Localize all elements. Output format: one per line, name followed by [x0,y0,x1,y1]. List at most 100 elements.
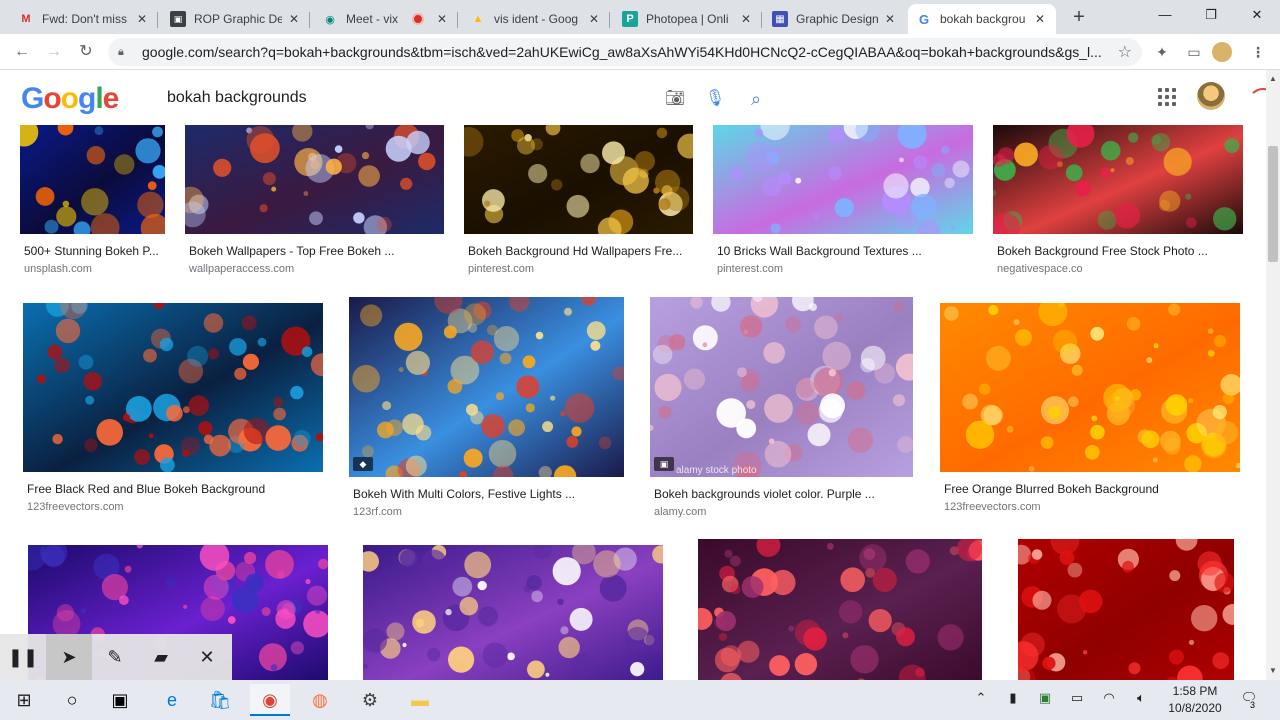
result-thumbnail[interactable] [698,539,982,681]
volume-icon[interactable]: 🔈︎ [1132,690,1150,710]
image-result-card[interactable] [363,545,663,681]
search-input[interactable] [150,89,630,107]
pointer-icon[interactable]: ➤ [46,634,92,680]
result-source[interactable]: negativespace.co [997,263,1083,275]
restore-button[interactable]: ❐ [1188,0,1234,32]
scrollbar-thumb[interactable] [1268,146,1278,262]
result-title[interactable]: Free Orange Blurred Bokeh Background [944,482,1254,496]
result-source[interactable]: 123freevectors.com [944,501,1041,513]
close-icon[interactable]: ✕ [586,12,602,26]
microphone-icon[interactable]: 🎙︎ [704,88,726,110]
image-result-card[interactable]: 500+ Stunning Bokeh P... unsplash.com [20,125,165,282]
tab-gmail[interactable]: M Fwd: Don't miss ✕ [10,4,158,34]
result-title[interactable]: 10 Bricks Wall Background Textures ... [717,244,987,258]
windows-start-icon[interactable]: ⊞ [4,684,44,716]
cortana-search-icon[interactable]: ○ [52,684,92,716]
result-thumbnail[interactable] [464,125,693,234]
edge-icon[interactable]: e [152,684,192,716]
result-title[interactable]: Free Black Red and Blue Bokeh Background [27,482,337,496]
result-source[interactable]: wallpaperaccess.com [189,263,294,275]
extensions-icon[interactable]: ✦ [1152,42,1172,62]
back-button[interactable]: ← [10,40,34,64]
search-icon[interactable]: ⌕ [745,88,767,110]
result-title[interactable]: Bokeh Background Free Stock Photo ... [997,244,1257,258]
result-title[interactable]: Bokeh With Multi Colors, Festive Lights … [353,487,638,501]
profile-avatar[interactable] [1212,42,1232,62]
cast-icon[interactable]: ▭ [1184,42,1204,62]
microphone-icon[interactable]: ▮ [1004,690,1022,710]
result-thumbnail[interactable] [993,125,1243,234]
wifi-icon[interactable]: ◠ [1100,690,1118,710]
result-source[interactable]: alamy.com [654,506,706,518]
firefox-icon[interactable]: ◍ [300,684,340,716]
result-thumbnail[interactable] [650,297,913,477]
result-thumbnail[interactable] [363,545,663,681]
scroll-up-arrow[interactable]: ▲ [1268,74,1278,84]
result-title[interactable]: Bokeh backgrounds violet color. Purple .… [654,487,927,501]
chrome-menu-icon[interactable]: ⋮ [1248,42,1268,62]
close-icon[interactable]: ✕ [134,12,150,26]
result-title[interactable]: 500+ Stunning Bokeh P... [24,244,179,258]
settings-gear-icon[interactable]: ⚙ [350,684,390,716]
result-thumbnail[interactable] [940,303,1240,472]
image-result-card[interactable]: Bokeh Background Hd Wallpapers Fre... pin… [464,125,693,282]
minimize-button[interactable]: — [1142,0,1188,32]
close-icon[interactable]: ✕ [184,634,230,680]
battery-icon[interactable]: ▭ [1068,690,1086,710]
close-icon[interactable]: ✕ [882,12,898,26]
forward-button[interactable]: → [42,40,66,64]
image-result-card[interactable]: ◆ Bokeh With Multi Colors, Festive Lights… [349,297,624,525]
file-explorer-icon[interactable]: ▬ [400,684,440,716]
close-window-button[interactable]: ✕ [1234,0,1280,32]
result-source[interactable]: 123freevectors.com [27,501,124,513]
highlighter-icon[interactable]: ▰ [138,634,184,680]
camera-icon[interactable]: 📷︎ [664,88,686,110]
pen-icon[interactable]: ✎ [92,634,138,680]
google-logo[interactable]: Google [21,82,119,116]
chrome-icon[interactable]: ◉ [250,684,290,716]
result-thumbnail[interactable] [185,125,444,234]
tab-photopea[interactable]: P Photopea | Onli ✕ [614,4,762,34]
result-thumbnail[interactable] [1018,539,1234,681]
notifications-icon[interactable]: 🗨︎ [1238,690,1260,710]
image-result-card[interactable]: Free Orange Blurred Bokeh Background 123f… [940,303,1240,520]
tab-drive[interactable]: ▲ vis ident - Goog ✕ [462,4,610,34]
close-icon[interactable]: ✕ [1032,12,1048,26]
result-source[interactable]: 123rf.com [353,506,402,518]
result-thumbnail[interactable] [20,125,165,234]
reload-button[interactable]: ↻ [74,40,98,64]
pause-icon[interactable]: ❚❚ [0,634,46,680]
image-result-card[interactable]: ▣ alamy stock photo Bokeh backgrounds viol… [650,297,913,525]
result-thumbnail[interactable] [713,125,973,234]
account-avatar[interactable] [1197,82,1225,110]
task-view-icon[interactable]: ▣ [100,684,140,716]
result-thumbnail[interactable] [23,303,323,472]
scroll-down-arrow[interactable]: ▼ [1268,666,1278,676]
close-icon[interactable]: ✕ [286,12,302,26]
google-apps-icon[interactable] [1158,88,1176,106]
result-title[interactable]: Bokeh Wallpapers - Top Free Bokeh ... [189,244,458,258]
bookmark-star-icon[interactable]: ☆ [1118,42,1132,62]
image-result-card[interactable]: 10 Bricks Wall Background Textures ... pi… [713,125,973,282]
image-result-card[interactable]: Bokeh Background Free Stock Photo ... neg… [993,125,1243,282]
new-tab-button[interactable]: + [1068,6,1090,28]
result-source[interactable]: unsplash.com [24,263,92,275]
result-source[interactable]: pinterest.com [717,263,783,275]
image-result-card[interactable]: Free Black Red and Blue Bokeh Background… [23,303,323,520]
tab-google-images[interactable]: G bokah backgrou ✕ [908,4,1056,34]
close-icon[interactable]: ✕ [738,12,754,26]
page-scrollbar[interactable]: ▲ ▼ [1266,70,1280,680]
app-tray-icon[interactable]: ▣ [1036,690,1054,710]
chevron-up-icon[interactable]: ⌃ [972,690,990,710]
result-source[interactable]: pinterest.com [468,263,534,275]
image-result-card[interactable] [1018,539,1234,681]
system-clock[interactable]: 1:58 PM 10/8/2020 [1160,683,1230,717]
close-icon[interactable]: ✕ [434,12,450,26]
store-icon[interactable]: 🛍︎ [200,684,240,716]
result-title[interactable]: Bokeh Background Hd Wallpapers Fre... [468,244,707,258]
address-bar[interactable]: 🔒︎ google.com/search?q=bokah+backgrounds… [108,38,1142,66]
result-thumbnail[interactable] [349,297,624,477]
tab-classroom[interactable]: ▣ ROP Graphic De ✕ [162,4,310,34]
image-result-card[interactable]: Bokeh Wallpapers - Top Free Bokeh ... wal… [185,125,444,282]
image-result-card[interactable] [698,539,982,681]
